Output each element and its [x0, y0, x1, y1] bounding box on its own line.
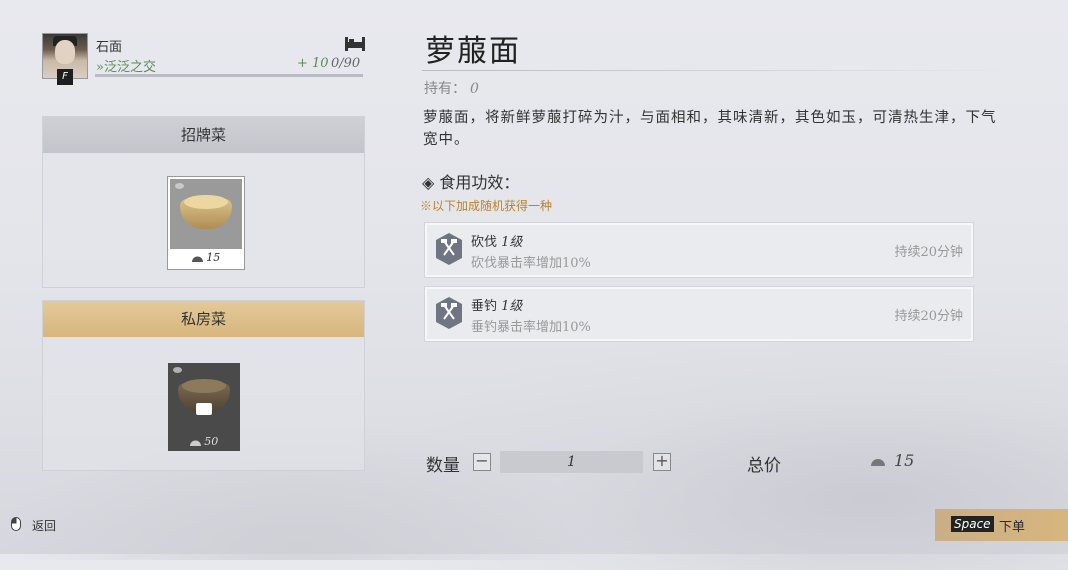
total-price-value: 15: [894, 451, 915, 470]
space-key-hint: Space: [951, 516, 994, 532]
dish-title: 萝菔面: [425, 34, 521, 69]
rank-badge: F: [57, 69, 73, 85]
quantity-label: 数量: [426, 456, 460, 476]
signature-dish-panel: 招牌菜 15: [42, 116, 365, 288]
dish-image: [168, 363, 240, 433]
favor-bar: [95, 74, 363, 77]
buff-row: 垂钓 1级 垂钓暴击率增加10% 持续20分钟: [424, 286, 974, 342]
signature-dish-header[interactable]: 招牌菜: [43, 117, 364, 153]
private-dish-header[interactable]: 私房菜: [43, 301, 364, 337]
favor-progress: 0/90: [331, 56, 361, 71]
buff-name: 砍伐 1级: [471, 235, 523, 250]
coin-icon: [871, 459, 885, 466]
title-divider: [422, 70, 1022, 71]
coin-icon: [189, 440, 201, 446]
buff-description: 垂钓暴击率增加10%: [471, 320, 591, 335]
fishing-icon: [436, 297, 462, 329]
dish-price: 15: [170, 249, 242, 267]
total-price-label: 总价: [747, 456, 781, 476]
owned-label: 持有：: [424, 81, 466, 97]
private-dish-panel: 私房菜 50: [42, 300, 365, 471]
buff-description: 砍伐暴击率增加10%: [471, 256, 591, 271]
dish-card-selected[interactable]: 15: [168, 177, 244, 269]
lock-icon: [196, 403, 212, 415]
effects-note: ※以下加成随机获得一种: [420, 199, 553, 213]
dish-price-value: 50: [204, 435, 219, 448]
back-button[interactable]: 返回: [32, 517, 56, 534]
npc-name: 石面: [96, 40, 123, 55]
axe-icon: [436, 233, 462, 265]
bed-icon[interactable]: [344, 36, 366, 52]
dish-card-locked[interactable]: 50: [168, 363, 240, 451]
dish-price-value: 15: [206, 251, 221, 264]
buff-duration: 持续20分钟: [894, 245, 963, 260]
buff-duration: 持续20分钟: [894, 309, 963, 324]
dish-description: 萝菔面，将新鲜萝菔打碎为汁，与面相和，其味清新，其色如玉，可清热生津，下气宽中。: [423, 110, 997, 148]
effects-heading: ◈ 食用功效：: [422, 173, 520, 192]
owned-value: 0: [470, 81, 479, 97]
quantity-input[interactable]: 1: [500, 451, 643, 473]
mouse-icon: [11, 517, 21, 531]
buff-row: 砍伐 1级 砍伐暴击率增加10% 持续20分钟: [424, 222, 974, 278]
dish-price: 50: [168, 433, 240, 451]
relation-level: »泛泛之交: [96, 60, 156, 75]
place-order-label[interactable]: 下单: [999, 516, 1025, 535]
buff-name: 垂钓 1级: [471, 299, 523, 314]
decrease-quantity-button[interactable]: −: [473, 453, 491, 471]
increase-quantity-button[interactable]: +: [653, 453, 671, 471]
owned-count: 持有： 0: [424, 78, 479, 98]
dish-image: [170, 179, 242, 249]
favor-gain: + 10: [297, 56, 329, 71]
coin-icon: [191, 256, 203, 262]
